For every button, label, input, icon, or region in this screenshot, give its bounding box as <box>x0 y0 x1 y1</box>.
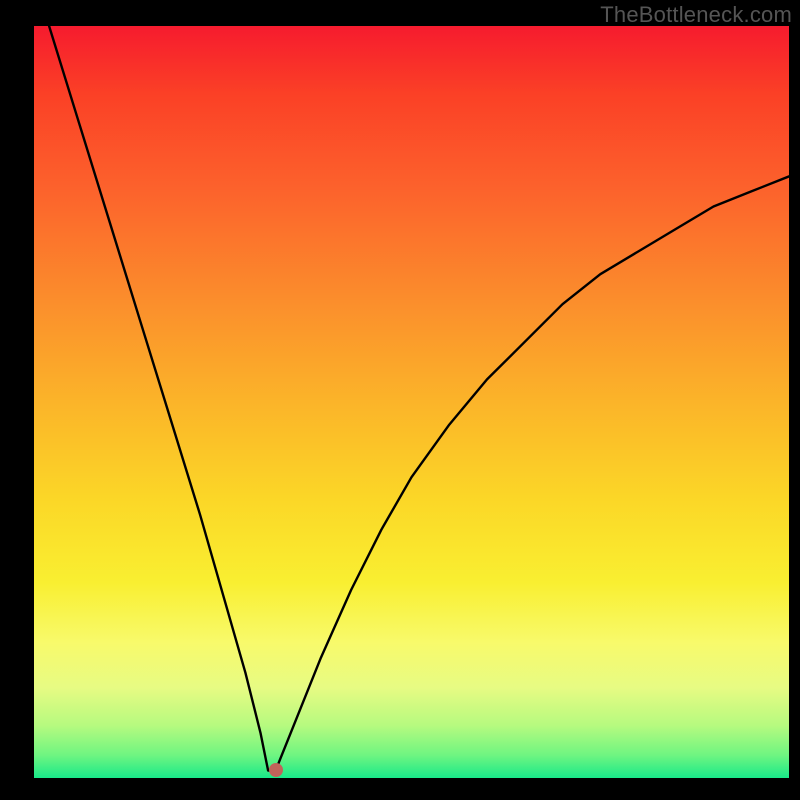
plot-area <box>34 26 789 778</box>
chart-frame: TheBottleneck.com <box>0 0 800 800</box>
watermark-text: TheBottleneck.com <box>600 2 792 28</box>
optimum-marker <box>269 763 283 777</box>
bottleneck-curve <box>34 26 789 778</box>
